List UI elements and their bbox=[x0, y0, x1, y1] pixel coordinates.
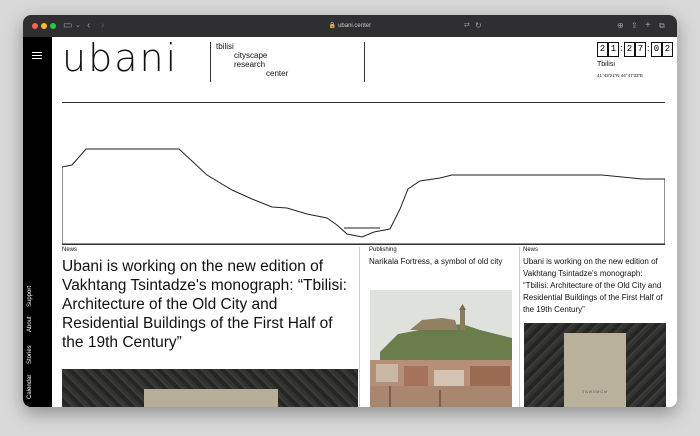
column-divider bbox=[519, 247, 520, 407]
new-tab-icon[interactable]: + bbox=[645, 19, 651, 33]
tagline-line-1: tbilisi bbox=[216, 42, 234, 51]
nav-stories[interactable]: Stories bbox=[27, 345, 33, 364]
card-title[interactable]: Ubani is working on the new edition of V… bbox=[62, 257, 356, 352]
lock-icon: 🔒 bbox=[328, 23, 337, 29]
nav-about[interactable]: About bbox=[27, 316, 33, 332]
book-image[interactable]: ТБИЛИСИ bbox=[524, 323, 666, 407]
browser-titlebar: ▭ ⌄ ‹ › 🔒 ubani.center ⇄ ↻ ⊕ ⇪ + ⧉ bbox=[23, 15, 677, 37]
clock-digit: 1 bbox=[608, 42, 619, 57]
narikala-fortress-photo[interactable] bbox=[370, 290, 512, 407]
address-bar[interactable]: 🔒 ubani.center bbox=[23, 15, 677, 37]
clock-digit: 7 bbox=[635, 42, 646, 57]
divider bbox=[210, 42, 211, 82]
card-category: News bbox=[62, 247, 78, 253]
clock-separator: : bbox=[647, 43, 650, 53]
column-divider bbox=[359, 247, 360, 407]
nav-support[interactable]: Support bbox=[27, 286, 33, 307]
vertical-nav: Calendar Stories About Support bbox=[27, 269, 43, 399]
clock-digit: 2 bbox=[597, 42, 608, 57]
news-card-2[interactable]: News Ubani is working on the new edition… bbox=[523, 247, 669, 316]
book-title-text: ТБИЛИСИ bbox=[581, 389, 609, 394]
card-title[interactable]: Narikala Fortress, a symbol of old city bbox=[369, 256, 511, 268]
clock-digit: 2 bbox=[624, 42, 635, 57]
coordinates: 41°43'21"N 44°47'33"E bbox=[597, 73, 644, 78]
cityscape-profile-graphic bbox=[62, 148, 665, 244]
section-rule bbox=[62, 244, 665, 245]
site-logo[interactable]: ubani bbox=[62, 37, 178, 79]
sidebar: Calendar Stories About Support bbox=[23, 37, 52, 407]
nav-calendar[interactable]: Calendar bbox=[27, 375, 33, 399]
book-cover bbox=[144, 389, 278, 407]
tab-overview-icon[interactable]: ⧉ bbox=[659, 19, 665, 33]
translate-icon[interactable]: ⇄ bbox=[464, 19, 470, 33]
publishing-card[interactable]: Publishing Narikala Fortress, a symbol o… bbox=[369, 247, 511, 268]
clock-digit: 2 bbox=[662, 42, 673, 57]
book-image[interactable] bbox=[62, 369, 358, 407]
city-name: Tbilisi bbox=[597, 61, 615, 68]
url-text: ubani.center bbox=[338, 23, 372, 29]
clock-separator: : bbox=[620, 43, 623, 53]
reload-icon[interactable]: ↻ bbox=[475, 19, 482, 33]
card-category: News bbox=[523, 247, 539, 253]
tagline-line-4: center bbox=[266, 69, 289, 78]
browser-window: ▭ ⌄ ‹ › 🔒 ubani.center ⇄ ↻ ⊕ ⇪ + ⧉ Calen… bbox=[23, 15, 677, 407]
clock-digit: 0 bbox=[651, 42, 662, 57]
share-icon[interactable]: ⇪ bbox=[631, 19, 638, 33]
divider bbox=[364, 42, 365, 82]
download-icon[interactable]: ⊕ bbox=[617, 19, 624, 33]
hamburger-menu-icon[interactable] bbox=[32, 52, 42, 61]
card-category: Publishing bbox=[369, 247, 397, 253]
header-rule bbox=[62, 102, 665, 103]
card-title[interactable]: Ubani is working on the new edition of V… bbox=[523, 256, 669, 316]
page-content: ubani tbilisi cityscape research center … bbox=[52, 37, 677, 407]
book-cover: ТБИЛИСИ bbox=[564, 333, 626, 407]
tagline-line-3: research bbox=[234, 60, 266, 69]
news-card-1[interactable]: News Ubani is working on the new edition… bbox=[62, 247, 356, 352]
